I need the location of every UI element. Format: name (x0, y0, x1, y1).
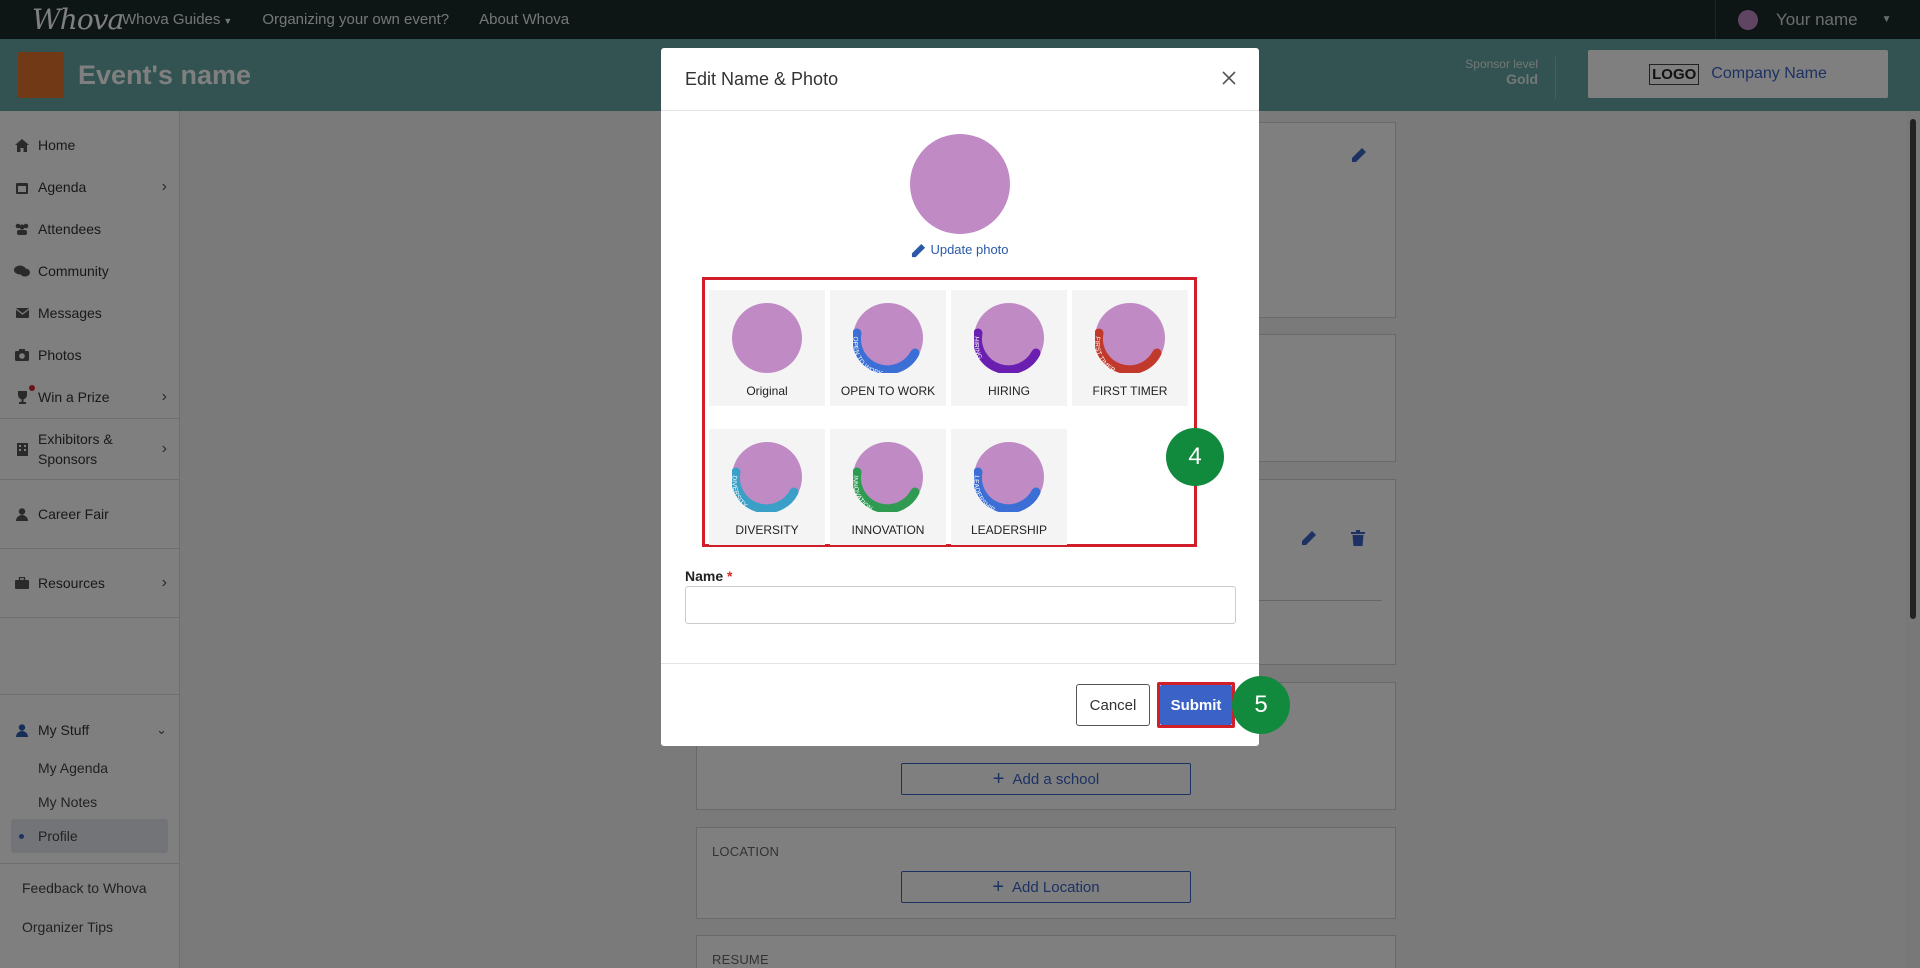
frame-avatar-innovation: INNOVATION (853, 442, 923, 512)
frame-option-open-to-work[interactable]: OPEN TO WORK OPEN TO WORK (830, 290, 946, 406)
frame-label: HIRING (988, 384, 1030, 398)
frame-label: FIRST TIMER (1092, 384, 1168, 398)
step-badge-5: 5 (1232, 676, 1290, 734)
modal-header: Edit Name & Photo (661, 48, 1259, 111)
cancel-button[interactable]: Cancel (1076, 684, 1150, 726)
update-photo-link[interactable]: Update photo (661, 242, 1259, 258)
name-label-text: Name (685, 568, 724, 584)
frame-label: LEADERSHIP (970, 523, 1048, 537)
frame-option-first-timer[interactable]: FIRST TIMER FIRST TIMER (1072, 290, 1188, 406)
frame-label: INNOVATION (851, 523, 925, 537)
frame-avatar-diversity: DIVERSITY (732, 442, 802, 512)
step-badge-4: 4 (1166, 428, 1224, 486)
frame-avatar-original (732, 303, 802, 373)
edit-name-photo-modal: Edit Name & Photo Update photo Original O… (661, 48, 1290, 746)
submit-button[interactable]: Submit (1160, 685, 1232, 725)
submit-highlight: Submit (1157, 682, 1235, 728)
frame-avatar-first-timer: FIRST TIMER (1095, 303, 1165, 373)
name-field-label: Name * (685, 568, 732, 584)
frame-avatar-leadership: LEADERSHIP (974, 442, 1044, 512)
profile-photo (910, 134, 1010, 234)
name-input[interactable] (685, 586, 1236, 624)
frame-option-leadership[interactable]: LEADERSHIP LEADERSHIP (951, 429, 1067, 545)
update-photo-label: Update photo (930, 242, 1009, 257)
frame-option-original[interactable]: Original (709, 290, 825, 406)
frame-label: DIVERSITY (735, 523, 799, 537)
required-asterisk: * (727, 568, 733, 584)
frame-avatar-hiring: HIRING (974, 303, 1044, 373)
frame-option-innovation[interactable]: INNOVATION INNOVATION (830, 429, 946, 545)
frame-option-hiring[interactable]: HIRING HIRING (951, 290, 1067, 406)
photo-frame-options: OriginalOPEN TO WORKOPEN TO WORKHIRINGHI… (702, 277, 1197, 547)
frame-label: Original (746, 384, 788, 398)
frame-label: OPEN TO WORK (840, 384, 936, 398)
close-icon[interactable] (1219, 68, 1239, 88)
pencil-icon (912, 244, 926, 258)
modal-title: Edit Name & Photo (685, 68, 839, 89)
frame-avatar-open-to-work: OPEN TO WORK (853, 303, 923, 373)
frame-option-diversity[interactable]: DIVERSITY DIVERSITY (709, 429, 825, 545)
